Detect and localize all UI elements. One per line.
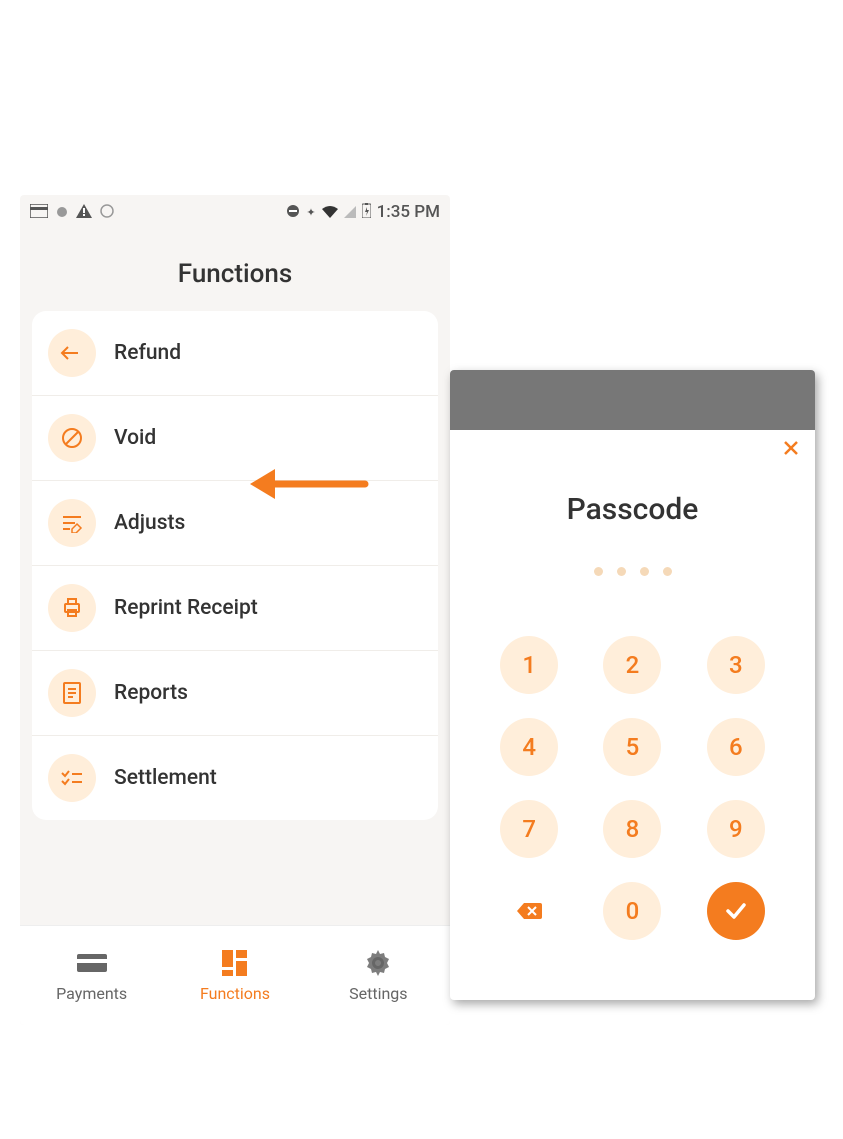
- functions-screen: ✦ 1:35 PM Functions Refund Void Adjusts: [20, 195, 450, 1025]
- key-0[interactable]: 0: [603, 882, 661, 940]
- battery-icon: [362, 202, 371, 223]
- function-settlement[interactable]: Settlement: [32, 736, 438, 820]
- key-9[interactable]: 9: [707, 800, 765, 858]
- passcode-dot: [594, 567, 603, 576]
- warning-icon: [76, 202, 92, 223]
- keypad: 1 2 3 4 5 6 7 8 9 0: [493, 636, 773, 940]
- passcode-title: Passcode: [450, 492, 815, 527]
- card-icon: [30, 202, 48, 223]
- printer-icon: [48, 584, 96, 632]
- bt-icon: ✦: [306, 206, 315, 219]
- signal-icon: [344, 202, 356, 223]
- sync-icon: [100, 202, 114, 223]
- nav-label: Payments: [56, 984, 127, 1003]
- function-label: Refund: [114, 341, 181, 365]
- nav-label: Functions: [200, 984, 270, 1003]
- function-label: Reprint Receipt: [114, 596, 258, 620]
- dot-icon: [56, 202, 68, 223]
- prohibit-icon: [48, 414, 96, 462]
- passcode-screen: Passcode 1 2 3 4 5 6 7 8 9 0: [450, 370, 815, 1000]
- edit-lines-icon: [48, 499, 96, 547]
- document-icon: [48, 669, 96, 717]
- wifi-icon: [322, 202, 338, 223]
- key-5[interactable]: 5: [603, 718, 661, 776]
- key-confirm[interactable]: [707, 882, 765, 940]
- return-icon: [48, 329, 96, 377]
- key-8[interactable]: 8: [603, 800, 661, 858]
- nav-payments[interactable]: Payments: [20, 926, 163, 1025]
- passcode-dot: [617, 567, 626, 576]
- checklist-icon: [48, 754, 96, 802]
- function-label: Adjusts: [114, 511, 185, 535]
- close-button[interactable]: [783, 440, 799, 461]
- status-bar: ✦ 1:35 PM: [20, 195, 450, 229]
- key-1[interactable]: 1: [500, 636, 558, 694]
- function-refund[interactable]: Refund: [32, 311, 438, 396]
- function-reports[interactable]: Reports: [32, 651, 438, 736]
- passcode-header-bar: [450, 370, 815, 430]
- passcode-dot: [640, 567, 649, 576]
- dnd-icon: [286, 202, 300, 223]
- key-7[interactable]: 7: [500, 800, 558, 858]
- gear-icon: [361, 948, 395, 978]
- functions-list: Refund Void Adjusts Reprint Receipt Repo…: [32, 311, 438, 820]
- key-4[interactable]: 4: [500, 718, 558, 776]
- key-3[interactable]: 3: [707, 636, 765, 694]
- status-time: 1:35 PM: [377, 202, 440, 222]
- function-label: Reports: [114, 681, 188, 705]
- key-2[interactable]: 2: [603, 636, 661, 694]
- key-backspace[interactable]: [500, 882, 558, 940]
- annotation-arrow: [245, 459, 375, 513]
- key-6[interactable]: 6: [707, 718, 765, 776]
- nav-functions[interactable]: Functions: [163, 926, 306, 1025]
- passcode-dot: [663, 567, 672, 576]
- bottom-nav: Payments Functions Settings: [20, 925, 450, 1025]
- page-title: Functions: [20, 259, 450, 289]
- function-label: Void: [114, 426, 156, 450]
- function-adjusts[interactable]: Adjusts: [32, 481, 438, 566]
- nav-settings[interactable]: Settings: [307, 926, 450, 1025]
- nav-label: Settings: [349, 984, 407, 1003]
- function-reprint[interactable]: Reprint Receipt: [32, 566, 438, 651]
- card-icon: [75, 948, 109, 978]
- function-void[interactable]: Void: [32, 396, 438, 481]
- function-label: Settlement: [114, 766, 217, 790]
- passcode-dots: [450, 567, 815, 576]
- grid-icon: [218, 948, 252, 978]
